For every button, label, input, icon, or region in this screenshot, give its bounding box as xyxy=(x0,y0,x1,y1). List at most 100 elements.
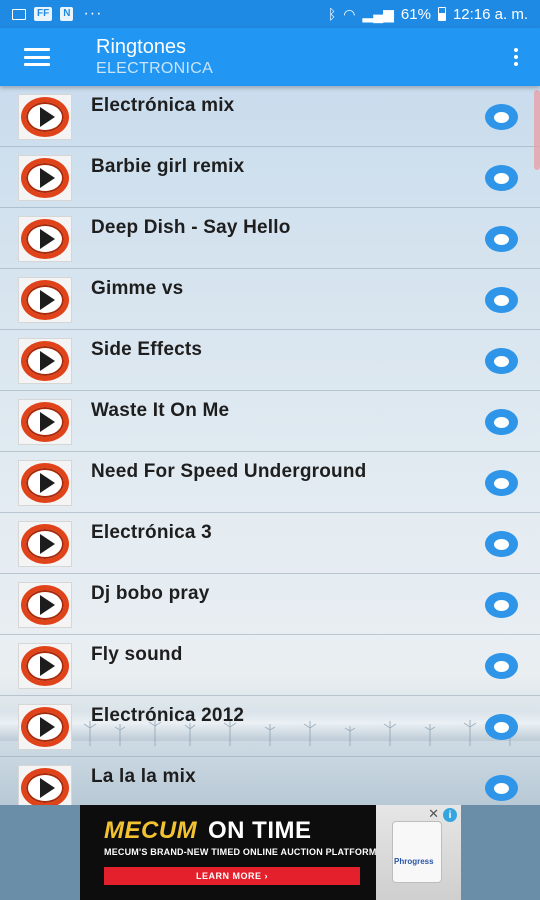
radio-select-button[interactable] xyxy=(485,653,518,679)
battery-icon xyxy=(437,7,446,21)
ringtone-title: Electrónica mix xyxy=(91,95,235,116)
ringtone-list[interactable]: Electrónica mix Barbie girl remix Deep Dis… xyxy=(0,86,540,805)
ringtone-row[interactable]: Fly sound xyxy=(0,635,540,696)
app-bar-titles: Ringtones ELECTRONICA xyxy=(74,35,492,79)
radio-dot-icon xyxy=(494,233,509,245)
ringtone-row[interactable]: Waste It On Me xyxy=(0,391,540,452)
play-button[interactable] xyxy=(18,216,72,262)
radio-select-button[interactable] xyxy=(485,714,518,740)
ad-area: MECUM ON TIME MECUM'S BRAND-NEW TIMED ON… xyxy=(0,805,540,900)
ringtone-row[interactable]: Electrónica 2012 xyxy=(0,696,540,757)
ringtone-row[interactable]: Side Effects xyxy=(0,330,540,391)
radio-dot-icon xyxy=(494,111,509,123)
overflow-dot xyxy=(514,62,518,66)
page-title: Ringtones xyxy=(96,36,187,58)
ad-tagline: ON TIME xyxy=(208,817,312,844)
ad-product-label: Phrogress xyxy=(394,857,434,866)
battery-percent: 61% xyxy=(400,5,431,23)
play-button[interactable] xyxy=(18,704,72,750)
radio-dot-icon xyxy=(494,721,509,733)
play-button[interactable] xyxy=(18,338,72,384)
radio-select-button[interactable] xyxy=(485,470,518,496)
bluetooth-icon: ᛒ xyxy=(327,6,337,22)
play-button[interactable] xyxy=(18,399,72,445)
play-button[interactable] xyxy=(18,94,72,140)
ringtone-title: Fly sound xyxy=(91,644,183,665)
radio-dot-icon xyxy=(494,660,509,672)
radio-select-button[interactable] xyxy=(485,592,518,618)
ad-brand: MECUM xyxy=(104,817,198,844)
radio-select-button[interactable] xyxy=(485,226,518,252)
status-bar: FF N ··· ᛒ ◠ ▂▄▆ 61% 12:16 a. m. xyxy=(0,0,540,28)
radio-dot-icon xyxy=(494,782,509,794)
radio-select-button[interactable] xyxy=(485,104,518,130)
signal-icon: ▂▄▆ xyxy=(362,5,394,22)
play-icon xyxy=(21,402,69,442)
play-icon xyxy=(21,219,69,259)
ad-banner[interactable]: MECUM ON TIME MECUM'S BRAND-NEW TIMED ON… xyxy=(80,805,461,900)
scrollbar[interactable] xyxy=(534,90,540,170)
ringtone-row[interactable]: La la la mix xyxy=(0,757,540,805)
radio-select-button[interactable] xyxy=(485,409,518,435)
radio-dot-icon xyxy=(494,538,509,550)
play-icon xyxy=(21,280,69,320)
play-button[interactable] xyxy=(18,155,72,201)
ringtone-title: Barbie girl remix xyxy=(91,156,245,177)
play-button[interactable] xyxy=(18,460,72,506)
more-notifications-icon: ··· xyxy=(83,5,103,22)
ringtone-title: Electrónica 2012 xyxy=(91,705,245,726)
ad-close-icon[interactable]: ✕ xyxy=(428,806,439,822)
radio-dot-icon xyxy=(494,416,509,428)
overflow-menu-button[interactable] xyxy=(492,28,540,86)
ringtone-title: Deep Dish - Say Hello xyxy=(91,217,291,238)
radio-dot-icon xyxy=(494,355,509,367)
play-icon xyxy=(21,646,69,686)
play-button[interactable] xyxy=(18,277,72,323)
ringtone-title: Gimme vs xyxy=(91,278,184,299)
ringtone-row[interactable]: Electrónica 3 xyxy=(0,513,540,574)
ad-bottle xyxy=(392,821,442,883)
ringtone-row[interactable]: Deep Dish - Say Hello xyxy=(0,208,540,269)
page-subtitle: ELECTRONICA xyxy=(96,60,214,77)
ringtone-title: Waste It On Me xyxy=(91,400,230,421)
status-right: ᛒ ◠ ▂▄▆ 61% 12:16 a. m. xyxy=(328,6,528,23)
play-icon xyxy=(21,585,69,625)
status-left-icons: FF N ··· xyxy=(12,5,102,23)
play-icon xyxy=(21,158,69,198)
ringtone-title: Electrónica 3 xyxy=(91,522,212,543)
play-button[interactable] xyxy=(18,521,72,567)
ringtone-row[interactable]: Need For Speed Underground xyxy=(0,452,540,513)
play-button[interactable] xyxy=(18,643,72,689)
ad-learn-more-button[interactable]: LEARN MORE › xyxy=(104,867,360,885)
play-icon xyxy=(21,524,69,564)
wifi-icon: ◠ xyxy=(343,5,356,22)
radio-dot-icon xyxy=(494,172,509,184)
radio-select-button[interactable] xyxy=(485,775,518,801)
play-button[interactable] xyxy=(18,765,72,805)
ringtone-row[interactable]: Gimme vs xyxy=(0,269,540,330)
play-icon xyxy=(21,97,69,137)
radio-dot-icon xyxy=(494,477,509,489)
radio-dot-icon xyxy=(494,294,509,306)
app-bar: Ringtones ELECTRONICA xyxy=(0,28,540,86)
overflow-dot xyxy=(514,48,518,52)
ringtone-title: Dj bobo pray xyxy=(91,583,210,604)
play-button[interactable] xyxy=(18,582,72,628)
menu-button[interactable] xyxy=(0,28,74,86)
notification-n-icon: N xyxy=(60,7,74,21)
ad-info-icon[interactable]: i xyxy=(443,808,457,822)
ringtone-row[interactable]: Dj bobo pray xyxy=(0,574,540,635)
ad-subline: MECUM'S BRAND-NEW TIMED ONLINE AUCTION P… xyxy=(104,847,377,857)
radio-select-button[interactable] xyxy=(485,531,518,557)
ringtone-title: Side Effects xyxy=(91,339,203,360)
gallery-icon xyxy=(12,8,26,20)
ringtone-row[interactable]: Electrónica mix xyxy=(0,86,540,147)
play-icon xyxy=(21,707,69,747)
radio-select-button[interactable] xyxy=(485,165,518,191)
ringtone-title: Need For Speed Underground xyxy=(91,461,367,482)
ringtone-row[interactable]: Barbie girl remix xyxy=(0,147,540,208)
radio-select-button[interactable] xyxy=(485,287,518,313)
radio-select-button[interactable] xyxy=(485,348,518,374)
play-icon xyxy=(21,341,69,381)
notification-ff-icon: FF xyxy=(34,7,53,21)
